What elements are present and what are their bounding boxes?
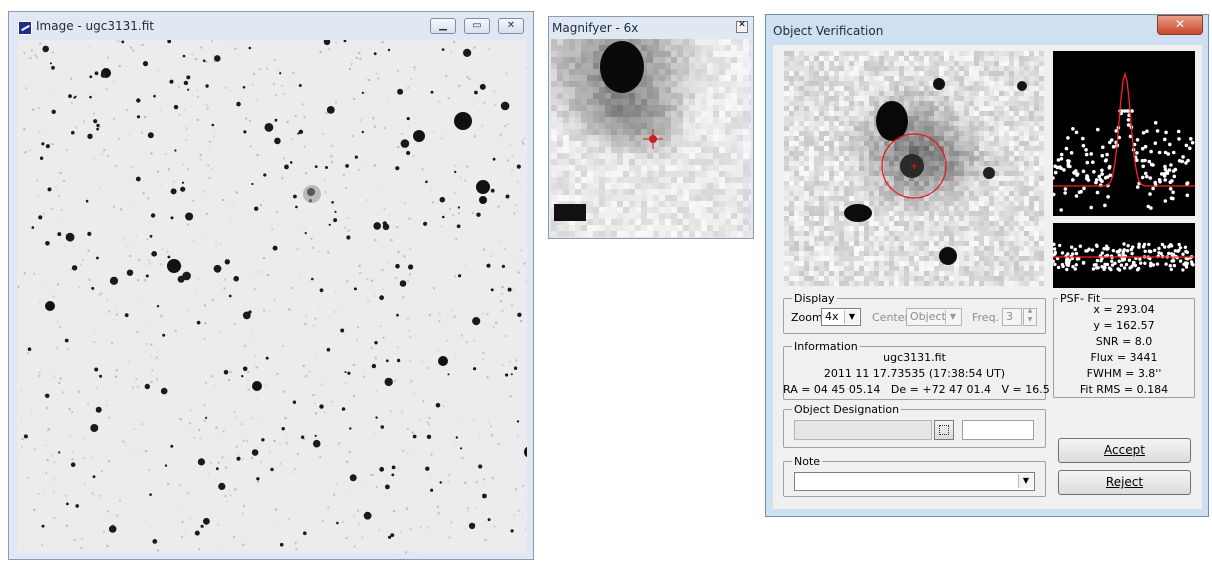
star-field-canvas [17, 40, 527, 553]
information-values: ugc3131.fit 2011 11 17.73535 (17:38:54 U… [783, 351, 1050, 399]
close-icon: ✕ [1174, 17, 1186, 31]
image-window: Image - ugc3131.fit ▁ ▭ ✕ [8, 11, 534, 560]
display-legend: Display [794, 292, 835, 305]
close-icon: ✕ [738, 20, 746, 30]
note-select[interactable]: ▼ [794, 472, 1035, 491]
maximize-button[interactable]: ▭ [464, 18, 490, 34]
psf-profile-canvas [1053, 71, 1195, 212]
psf-snr: SNR = 8.0 [1095, 335, 1153, 348]
minimize-button[interactable]: ▁ [430, 18, 456, 34]
designation-browse-button[interactable] [934, 420, 954, 440]
magnifier-title: Magnifyer - 6x [552, 21, 639, 35]
close-icon: ✕ [506, 20, 516, 31]
image-window-title: Image - ugc3131.fit [36, 19, 154, 33]
psf-values: x = 293.04 y = 162.57 SNR = 8.0 Flux = 3… [1053, 303, 1195, 396]
info-filename: ugc3131.fit [883, 351, 946, 364]
zoom-value: 4x [825, 310, 839, 323]
freq-spinner[interactable]: ▲ ▼ [1023, 307, 1037, 326]
browse-icon [939, 425, 949, 435]
magnified-image [551, 39, 751, 237]
chevron-down-icon[interactable]: ▼ [1018, 474, 1033, 488]
psf-fwhm: FWHM = 3.8'' [1086, 367, 1162, 380]
spin-up-icon[interactable]: ▲ [1024, 307, 1036, 314]
magnifier-window: Magnifyer - 6x ✕ [548, 16, 754, 239]
close-button[interactable]: ✕ [498, 18, 524, 34]
verify-close-button[interactable]: ✕ [1157, 15, 1203, 35]
object-verification-window: Object Verification ✕ Display Zoom 4x ▼ … [765, 14, 1209, 517]
telescope-icon [18, 21, 32, 35]
zoom-label: Zoom [791, 311, 823, 324]
psf-residual-canvas [1053, 242, 1195, 272]
center-select[interactable]: Object ▼ [906, 308, 962, 326]
psf-flux: Flux = 3441 [1090, 351, 1158, 364]
designation-extra-input[interactable] [962, 420, 1034, 440]
designation-input[interactable] [794, 420, 932, 440]
freq-input[interactable]: 3 [1002, 308, 1022, 326]
center-label: Center [872, 311, 910, 324]
chevron-down-icon[interactable]: ▼ [844, 310, 859, 324]
image-window-titlebar[interactable]: Image - ugc3131.fit ▁ ▭ ✕ [9, 12, 533, 40]
psf-profile-plot [1053, 51, 1195, 216]
verify-titlebar[interactable]: Object Verification ✕ [766, 15, 1208, 45]
object-thumbnail [784, 51, 1044, 286]
object-thumbnail-canvas [784, 51, 1044, 286]
reject-button[interactable]: Reject [1058, 470, 1191, 495]
magnified-canvas [551, 39, 751, 237]
center-value: Object [910, 310, 946, 323]
accept-button[interactable]: Accept [1058, 438, 1191, 463]
psf-residual-plot [1053, 223, 1195, 288]
info-datetime: 2011 11 17.73535 (17:38:54 UT) [823, 367, 1006, 380]
magnifier-close-button[interactable]: ✕ [736, 20, 748, 33]
magnifier-titlebar[interactable]: Magnifyer - 6x ✕ [549, 17, 753, 37]
verify-title: Object Verification [773, 24, 884, 38]
psf-x: x = 293.04 [1093, 303, 1155, 316]
note-legend: Note [794, 455, 821, 468]
chevron-down-icon[interactable]: ▼ [945, 310, 960, 324]
freq-value: 3 [1006, 310, 1013, 323]
zoom-select[interactable]: 4x ▼ [821, 308, 861, 326]
info-coords: RA = 04 45 05.14 De = +72 47 01.4 V = 16… [783, 383, 1050, 396]
maximize-icon: ▭ [472, 20, 482, 31]
minimize-icon: ▁ [439, 20, 447, 31]
psf-y: y = 162.57 [1093, 319, 1155, 332]
verify-client-area: Display Zoom 4x ▼ Center Object ▼ Freq. … [773, 45, 1202, 509]
star-field-image[interactable] [17, 40, 527, 553]
designation-legend: Object Designation [794, 403, 900, 416]
freq-label: Freq. [972, 311, 1000, 324]
spin-down-icon[interactable]: ▼ [1024, 316, 1036, 323]
psf-fit-rms: Fit RMS = 0.184 [1079, 383, 1169, 396]
